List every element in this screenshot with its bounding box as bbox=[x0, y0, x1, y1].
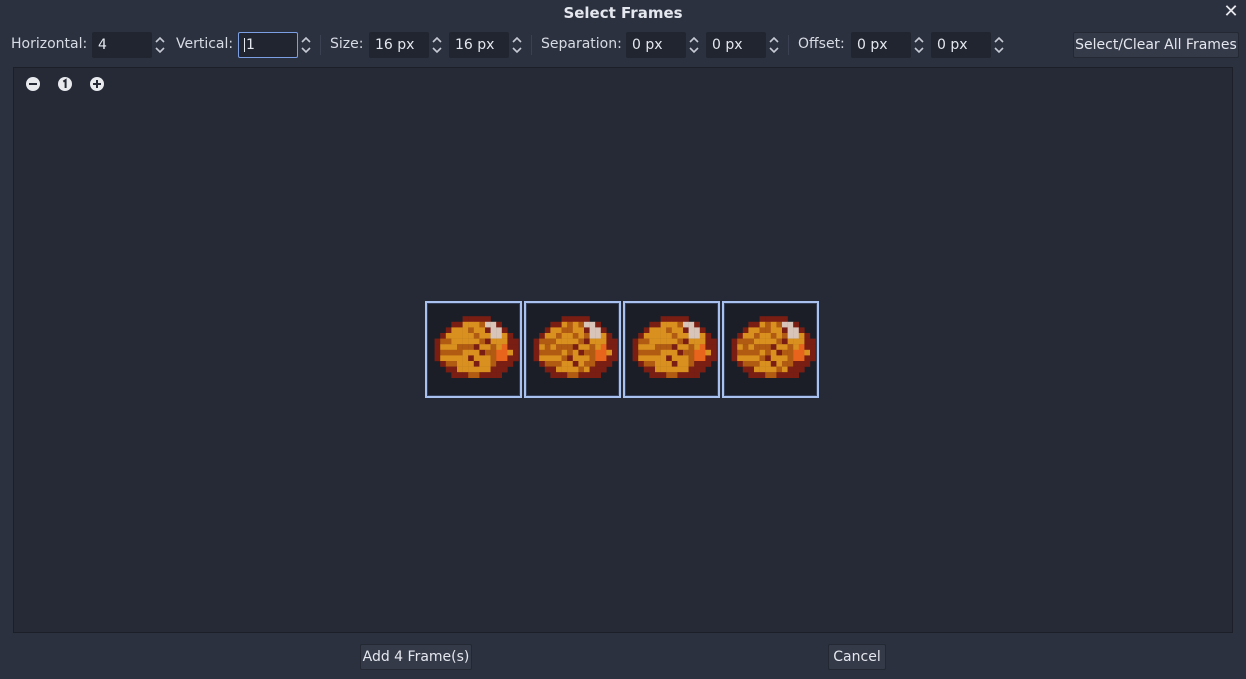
sprite-icon bbox=[533, 316, 618, 378]
toolbar-divider bbox=[531, 35, 532, 55]
separation-y-input[interactable]: 0 px bbox=[706, 32, 766, 58]
size-x-input[interactable]: 16 px bbox=[369, 32, 429, 58]
toolbar-divider bbox=[320, 35, 321, 55]
size-x-stepper-icon[interactable] bbox=[431, 35, 443, 55]
frame-cell[interactable] bbox=[623, 301, 720, 398]
frame-grid bbox=[425, 301, 821, 398]
offset-x-input[interactable]: 0 px bbox=[851, 32, 911, 58]
separation-label: Separation: bbox=[541, 36, 622, 52]
vertical-label: Vertical: bbox=[176, 36, 234, 52]
select-clear-all-frames-button[interactable]: Select/Clear All Frames bbox=[1073, 32, 1239, 58]
frame-cell[interactable] bbox=[425, 301, 522, 398]
zoom-out-icon[interactable] bbox=[25, 76, 41, 92]
frame-cell[interactable] bbox=[524, 301, 621, 398]
horizontal-label: Horizontal: bbox=[11, 36, 88, 52]
size-y-stepper-icon[interactable] bbox=[511, 35, 523, 55]
close-icon[interactable]: ✕ bbox=[1220, 2, 1242, 24]
frame-cell[interactable] bbox=[722, 301, 819, 398]
offset-label: Offset: bbox=[798, 36, 845, 52]
vertical-stepper-icon[interactable] bbox=[300, 35, 312, 55]
slice-toolbar: Horizontal: 4 Vertical: 1 Size: 16 px 16… bbox=[0, 32, 1246, 58]
offset-y-input[interactable]: 0 px bbox=[931, 32, 991, 58]
zoom-reset-icon[interactable] bbox=[57, 76, 73, 92]
sprite-icon bbox=[632, 316, 717, 378]
cancel-button[interactable]: Cancel bbox=[828, 644, 886, 670]
separation-x-stepper-icon[interactable] bbox=[688, 35, 700, 55]
vertical-input[interactable]: 1 bbox=[238, 32, 298, 58]
sprite-sheet-canvas[interactable] bbox=[13, 67, 1233, 633]
toolbar-divider bbox=[788, 35, 789, 55]
zoom-in-icon[interactable] bbox=[89, 76, 105, 92]
sprite-icon bbox=[731, 316, 816, 378]
add-frames-button[interactable]: Add 4 Frame(s) bbox=[360, 644, 472, 670]
horizontal-input[interactable]: 4 bbox=[92, 32, 152, 58]
separation-x-input[interactable]: 0 px bbox=[626, 32, 686, 58]
size-label: Size: bbox=[330, 36, 364, 52]
sprite-icon bbox=[434, 316, 519, 378]
offset-y-stepper-icon[interactable] bbox=[993, 35, 1005, 55]
size-y-input[interactable]: 16 px bbox=[449, 32, 509, 58]
dialog-title: Select Frames bbox=[563, 4, 683, 22]
horizontal-stepper-icon[interactable] bbox=[154, 35, 166, 55]
separation-y-stepper-icon[interactable] bbox=[768, 35, 780, 55]
offset-x-stepper-icon[interactable] bbox=[913, 35, 925, 55]
